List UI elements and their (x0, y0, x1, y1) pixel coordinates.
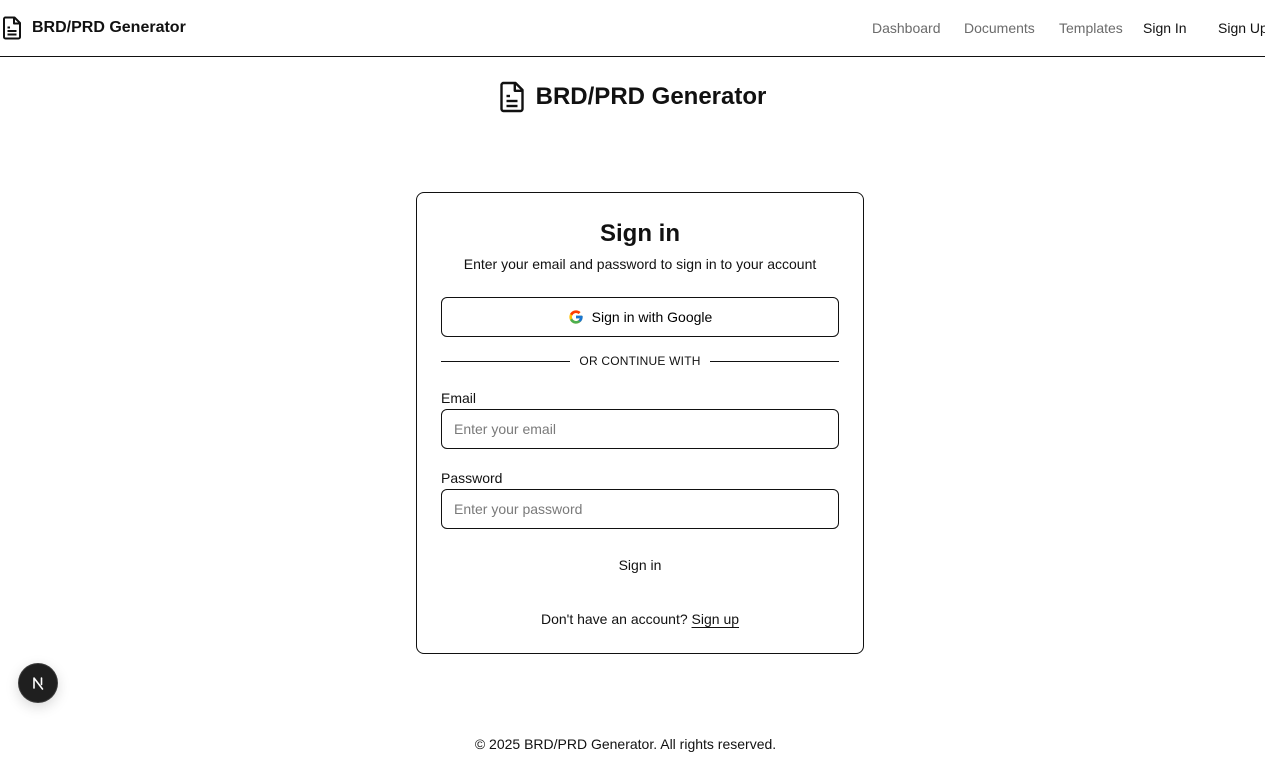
nav-link-dashboard[interactable]: Dashboard (872, 19, 941, 37)
signup-prompt: Don't have an account? (540, 611, 688, 627)
divider-line-right (709, 360, 840, 362)
email-label: Email (441, 390, 477, 406)
signup-link[interactable]: Sign up (692, 611, 739, 627)
google-signin-label: Sign in with Google (591, 309, 713, 325)
nav-link-documents[interactable]: Documents (964, 19, 1035, 37)
email-field[interactable] (441, 409, 839, 449)
signin-card: Sign in Enter your email and password to… (416, 192, 864, 654)
nextjs-dev-badge[interactable] (19, 664, 57, 702)
google-icon (569, 310, 583, 324)
nav-link-templates[interactable]: Templates (1059, 19, 1123, 37)
password-label: Password (441, 470, 503, 486)
brand-name: BRD/PRD Generator (32, 19, 186, 36)
or-divider: OR CONTINUE WITH (441, 353, 840, 369)
card-description: Enter your email and password to sign in… (463, 256, 817, 272)
card-title: Sign in (600, 220, 680, 247)
page-header: BRD/PRD Generator (0, 80, 1265, 114)
page-title: BRD/PRD Generator (535, 83, 767, 110)
divider-line-left (441, 360, 571, 362)
google-signin-button[interactable]: Sign in with Google (441, 297, 839, 337)
nav-link-sign-in[interactable]: Sign In (1143, 19, 1187, 37)
document-icon (499, 81, 524, 113)
password-field[interactable] (441, 489, 839, 529)
nav-link-sign-up[interactable]: Sign Up (1218, 19, 1265, 37)
nextjs-icon (33, 677, 44, 690)
signup-prompt-row: Don't have an account? Sign up (417, 610, 863, 628)
document-icon (3, 16, 21, 40)
top-navbar: BRD/PRD Generator Dashboard Documents Te… (0, 0, 1265, 57)
signin-submit-button[interactable]: Sign in (441, 545, 839, 585)
footer-copyright: © 2025 BRD/PRD Generator. All rights res… (474, 736, 777, 752)
brand-link[interactable]: BRD/PRD Generator (2, 16, 186, 40)
divider-text: OR CONTINUE WITH (579, 354, 701, 368)
